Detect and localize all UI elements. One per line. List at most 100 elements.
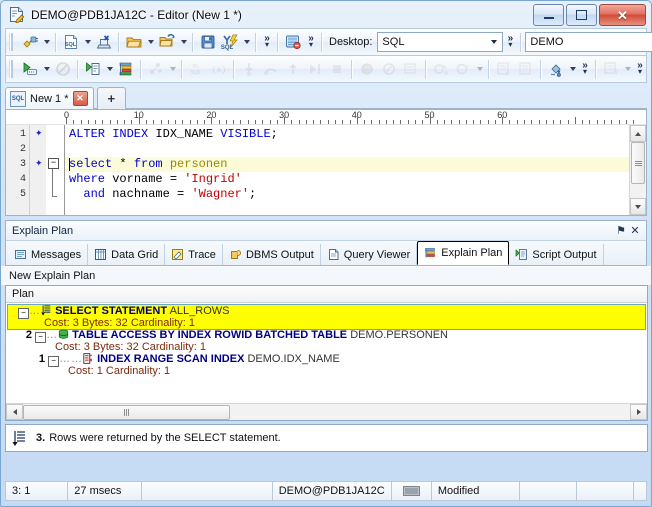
ruler-tick [204,120,206,124]
new-sql-window-dropdown[interactable] [82,31,93,53]
toolbar-overflow-5[interactable]: » ▾ [633,58,647,80]
plan-row-id: 1 [38,353,45,365]
toolbar-grip[interactable] [9,33,17,51]
desktop-select[interactable]: SQL [377,32,504,52]
tab-label: Explain Plan [441,247,503,259]
open-file-button[interactable] [123,31,145,53]
code-token: VISIBLE [220,127,271,141]
ruler-tick [305,120,307,124]
dbms-output-icon [230,250,241,259]
svg-text:(x): (x) [212,66,226,75]
desktop-value: SQL [382,36,405,48]
ruler-tick [349,120,351,124]
new-connection-dropdown[interactable] [41,31,52,53]
tab-messages[interactable]: Messages [8,244,89,265]
scroll-thumb[interactable] [631,142,645,184]
execute-sql-button[interactable]: SQL [219,31,241,53]
toolbar-overflow-1[interactable]: » ▾ [260,31,274,53]
session-browser-button[interactable] [282,31,304,53]
tab-label: Messages [31,248,82,261]
ruler-number: 20 [206,110,217,120]
toolbar-grip[interactable] [9,60,17,78]
add-tab-button[interactable]: + [96,87,127,109]
plan-rows[interactable]: −… SELECT STATEMENT ALL_ROWS Cost: 3 Byte… [6,303,647,403]
tab-new-1[interactable]: SQL New 1 * ✕ [5,87,94,109]
execute-sql-dropdown[interactable] [241,31,252,53]
ruler-tick [393,120,395,124]
execute-statement-dropdown[interactable] [41,58,52,80]
dock-close-icon[interactable]: ✕ [628,224,642,237]
save-button[interactable] [197,31,219,53]
plan-operation-label: TABLE ACCESS BY INDEX ROWID BATCHED TABL… [72,329,348,341]
ruler-tick [95,120,97,124]
ruler-tick [73,120,75,124]
hscroll-thumb[interactable] [23,405,230,420]
tab-trace[interactable]: Trace [165,244,223,265]
connection-select[interactable]: DEMO [525,32,652,52]
step-over-button [260,58,282,80]
status-bar: 3: 1 27 msecs DEMO@PDB1JA12C Modified [5,481,647,501]
open-folder-list-dropdown[interactable] [178,31,189,53]
code-area[interactable]: ALTER INDEX IDX_NAME VISIBLE; select * f… [64,125,646,215]
toolbar-overflow-3[interactable]: » ▾ [503,31,517,53]
format-color-button[interactable] [545,58,567,80]
close-button[interactable]: ✕ [599,4,646,26]
ruler-number: 0 [64,110,70,120]
tree-connector: …… [59,353,84,365]
scroll-right-button[interactable] [630,404,647,420]
plan-expand-toggle[interactable]: − [35,332,47,343]
editor-vertical-scrollbar[interactable] [629,125,646,215]
execute-statement-button[interactable] [19,58,41,80]
plan-operation-label: INDEX RANGE SCAN INDEX [97,353,245,365]
toolbar-separator [77,59,79,79]
code-fold-column: − [46,125,64,215]
open-file-dropdown[interactable] [145,31,156,53]
toolbar-separator [55,32,57,52]
tab-script-output[interactable]: Script Output [509,244,604,265]
scroll-down-button[interactable] [630,198,646,215]
ruler-tick [465,120,467,124]
open-folder-list-button[interactable] [156,31,178,53]
toolbar-separator [192,32,194,52]
tab-data-grid[interactable]: Data Grid [88,244,166,265]
fold-toggle[interactable]: − [48,158,59,169]
scroll-left-button[interactable] [6,404,23,420]
plan-row[interactable]: −… SELECT STATEMENT ALL_ROWS Cost: 3 Byte… [7,304,646,330]
plan-column-header[interactable]: Plan [6,286,647,303]
toolbar-overflow-2[interactable]: » ▾ [304,31,318,53]
plan-row[interactable]: 1 −…… INDEX RANGE SCAN INDEX DEMO.IDX_NA… [6,353,647,377]
toolbar-overflow-4[interactable]: » ▾ [578,58,592,80]
format-color-dropdown[interactable] [567,58,578,80]
code-token: 'Wagner' [191,187,250,201]
pin-icon[interactable]: ⚑ [614,224,628,237]
explain-plan-button[interactable] [115,58,137,80]
maximize-button[interactable] [566,4,597,26]
tab-label: Script Output [532,248,597,261]
plan-horizontal-scrollbar[interactable] [6,403,647,420]
minimize-button[interactable] [533,4,564,26]
message-text: Rows were returned by the SELECT stateme… [49,432,281,444]
script-output-icon [516,249,528,260]
new-connection-button[interactable] [19,31,41,53]
desktop-chevron-down-icon[interactable] [487,40,500,44]
tab-query-viewer[interactable]: Query Viewer [321,244,418,265]
scroll-up-button[interactable] [630,125,646,142]
plan-row[interactable]: 2 −… TABLE ACCESS BY INDEX ROWID BATCHED… [6,329,647,353]
tab-label: Query Viewer [343,248,411,261]
run-script-button[interactable] [82,58,104,80]
editor-body[interactable]: 1 2 3 4 5 ✦ ✦ − ALTER INDEX IDX_NAME VISIBLE… [6,125,646,215]
plan-object-label: DEMO.PERSONEN [350,329,448,341]
tab-explain-plan[interactable]: Explain Plan [417,241,510,265]
debug-stop-button [326,58,348,80]
tab-close-icon[interactable]: ✕ [72,91,88,106]
title-bar: DEMO@PDB1JA12C - Editor (New 1 *) ✕ [1,1,651,28]
plan-operation-label: SELECT STATEMENT [55,305,168,317]
plan-expand-toggle[interactable]: − [48,356,60,367]
ruler-tick [131,120,133,124]
tab-dbms-output[interactable]: DBMS Output [223,244,321,265]
ruler-tick [327,120,329,124]
new-sql-window-button[interactable]: SQL [60,31,82,53]
close-window-button[interactable] [93,31,115,53]
run-script-dropdown[interactable] [104,58,115,80]
plan-expand-toggle[interactable]: − [18,308,29,319]
